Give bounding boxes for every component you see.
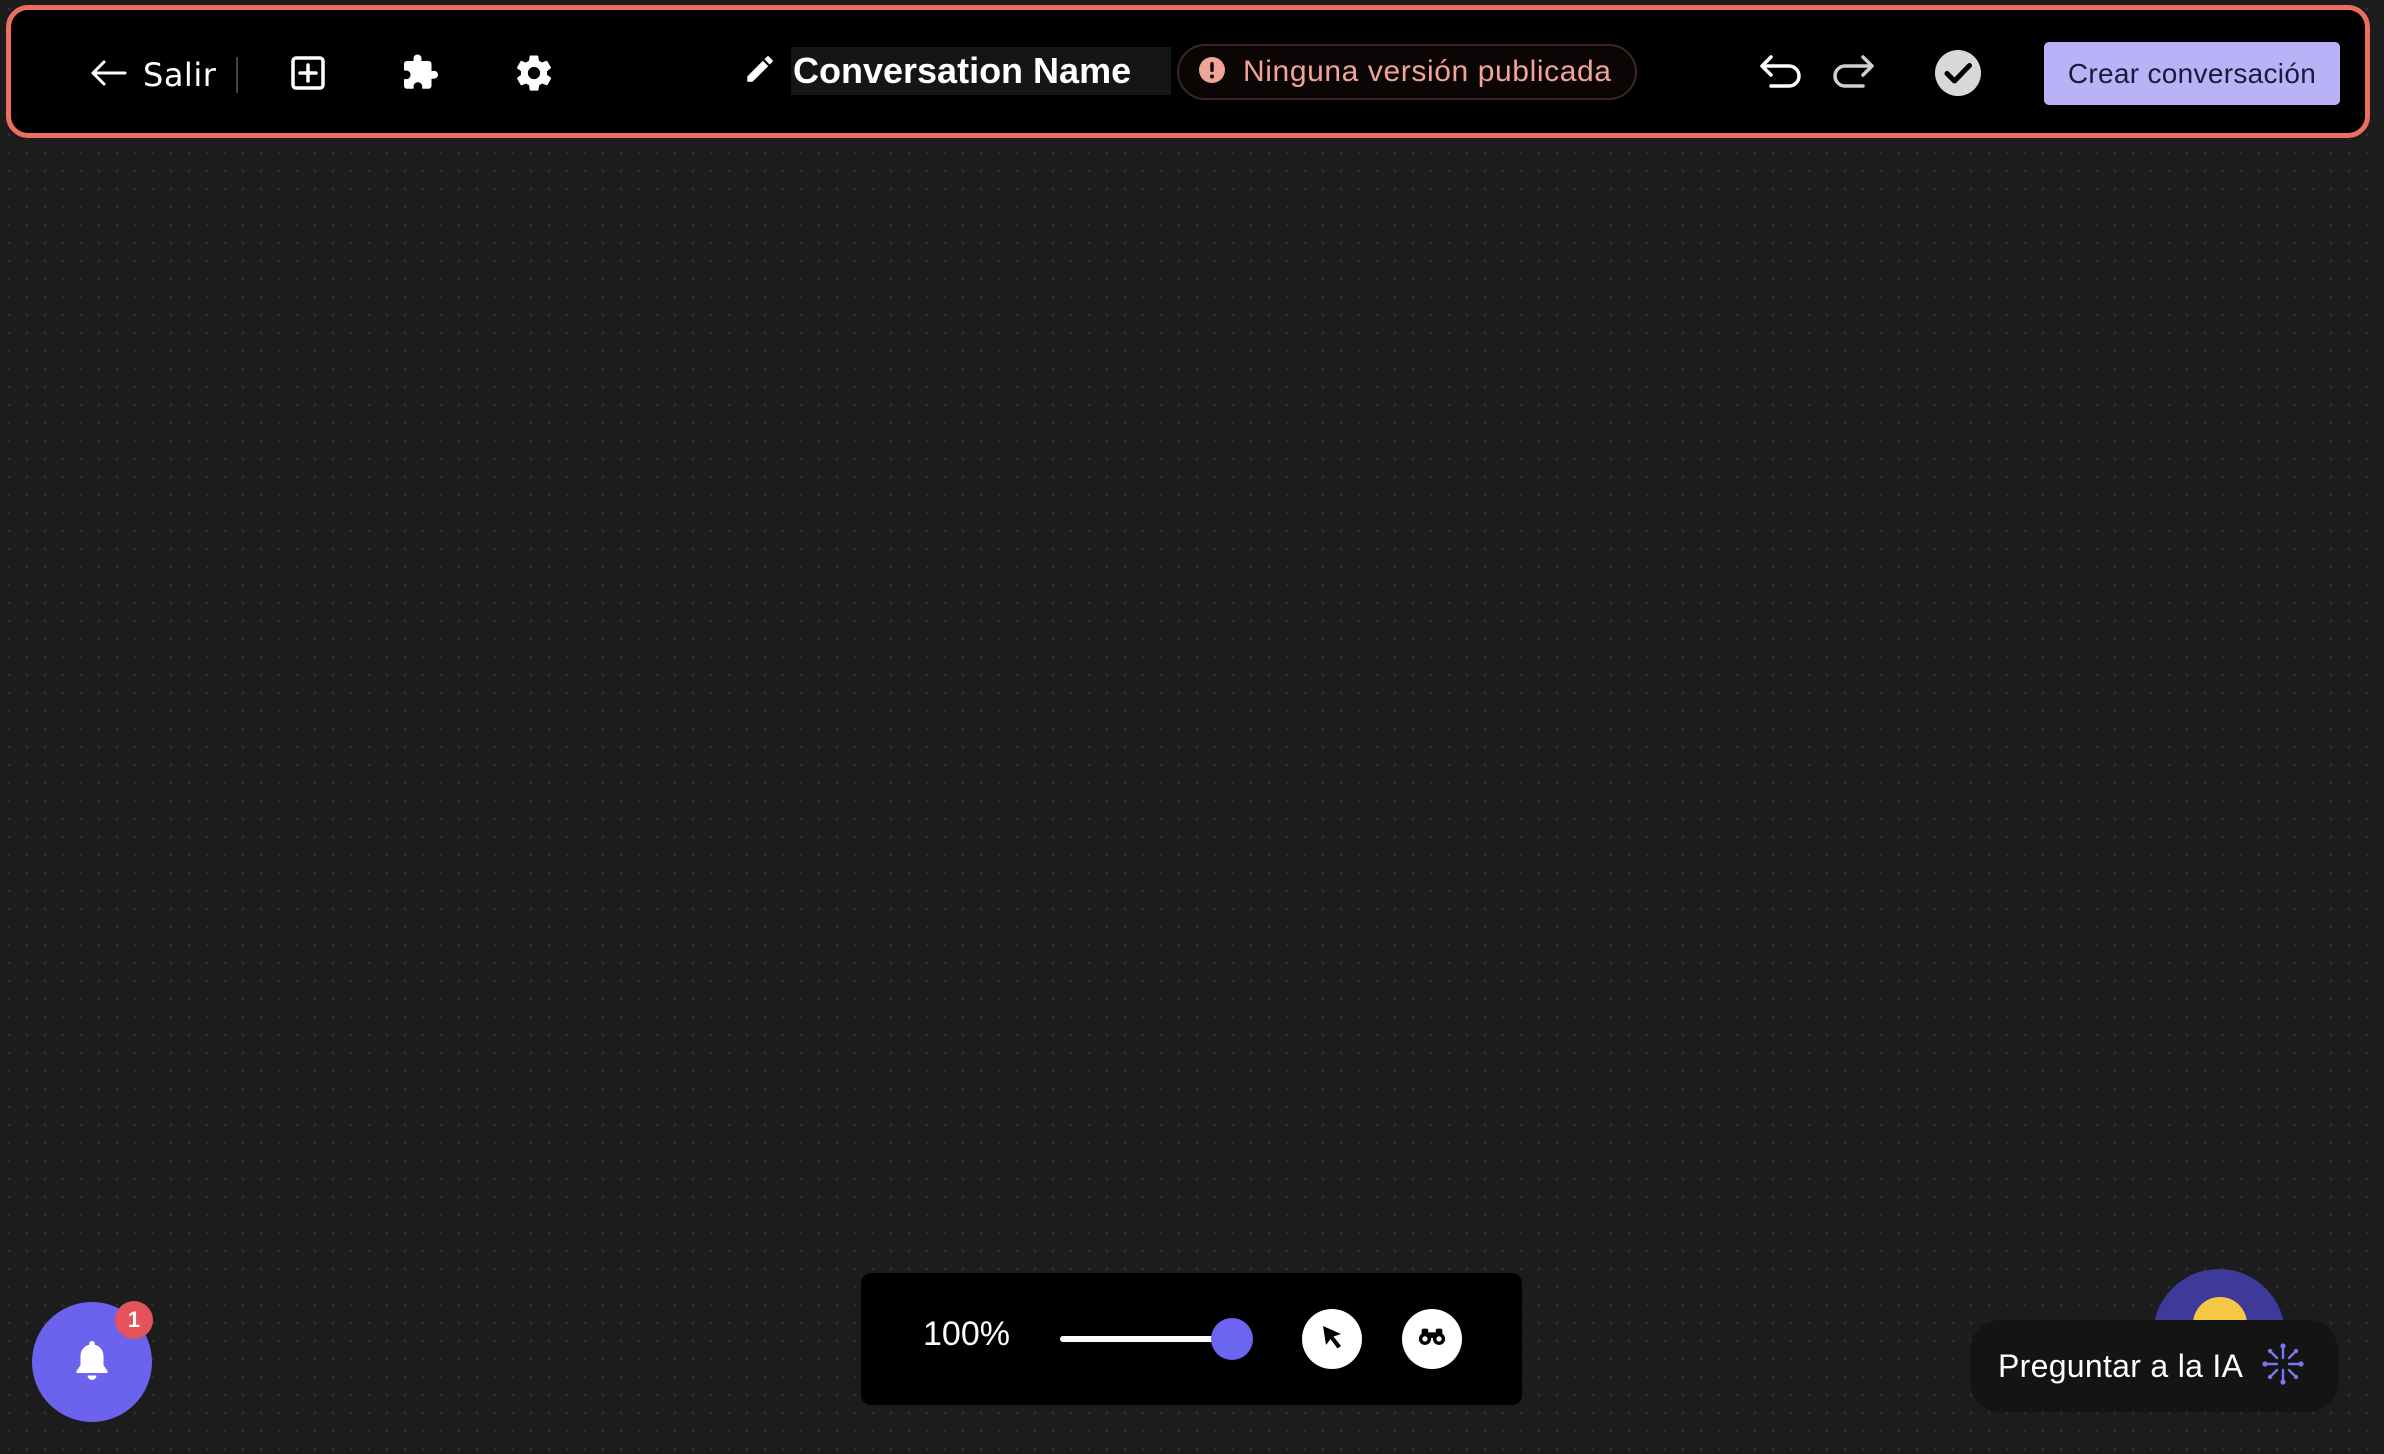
conversation-name-editor[interactable]: Conversation Name bbox=[743, 46, 1172, 96]
sparkle-icon bbox=[2243, 1342, 2305, 1390]
cursor-icon bbox=[1317, 1322, 1347, 1356]
ask-ai-button[interactable]: Preguntar a la IA bbox=[1970, 1320, 2338, 1412]
zoom-toolbar: 100% bbox=[861, 1273, 1522, 1405]
add-box-icon bbox=[290, 55, 326, 95]
settings-button[interactable] bbox=[505, 46, 563, 104]
publish-status-badge: Ninguna versión publicada bbox=[1177, 44, 1637, 100]
divider bbox=[236, 57, 238, 93]
binoculars-icon bbox=[1417, 1325, 1447, 1353]
search-tool-button[interactable] bbox=[1402, 1309, 1462, 1369]
gear-icon bbox=[513, 52, 555, 98]
redo-icon bbox=[1829, 53, 1877, 97]
bell-icon bbox=[72, 1338, 112, 1386]
pencil-icon bbox=[743, 52, 777, 90]
undo-icon bbox=[1757, 53, 1805, 97]
validate-button[interactable] bbox=[1929, 46, 1987, 104]
top-toolbar: Salir Conversation Name Ninguna versión … bbox=[6, 5, 2370, 138]
zoom-slider-handle[interactable] bbox=[1211, 1318, 1253, 1360]
exit-label: Salir bbox=[143, 56, 217, 94]
integrations-button[interactable] bbox=[394, 48, 448, 102]
add-node-button[interactable] bbox=[283, 50, 333, 100]
select-tool-button[interactable] bbox=[1302, 1309, 1362, 1369]
conversation-name-input[interactable]: Conversation Name bbox=[791, 47, 1172, 95]
publish-status-text: Ninguna versión publicada bbox=[1243, 55, 1612, 88]
create-conversation-button[interactable]: Crear conversación bbox=[2044, 42, 2340, 105]
zoom-slider[interactable] bbox=[1060, 1318, 1253, 1360]
ask-ai-label: Preguntar a la IA bbox=[1998, 1347, 2244, 1384]
flow-canvas[interactable] bbox=[0, 0, 2384, 1454]
arrow-left-icon bbox=[89, 58, 127, 92]
alert-circle-icon bbox=[1197, 55, 1227, 89]
zoom-slider-track bbox=[1060, 1336, 1232, 1342]
redo-button[interactable] bbox=[1826, 48, 1880, 102]
check-circle-icon bbox=[1933, 48, 1983, 102]
puzzle-icon bbox=[401, 53, 441, 97]
exit-button[interactable]: Salir bbox=[89, 50, 216, 100]
zoom-level: 100% bbox=[923, 1315, 1010, 1353]
undo-button[interactable] bbox=[1754, 48, 1808, 102]
notification-count-badge: 1 bbox=[115, 1301, 153, 1339]
